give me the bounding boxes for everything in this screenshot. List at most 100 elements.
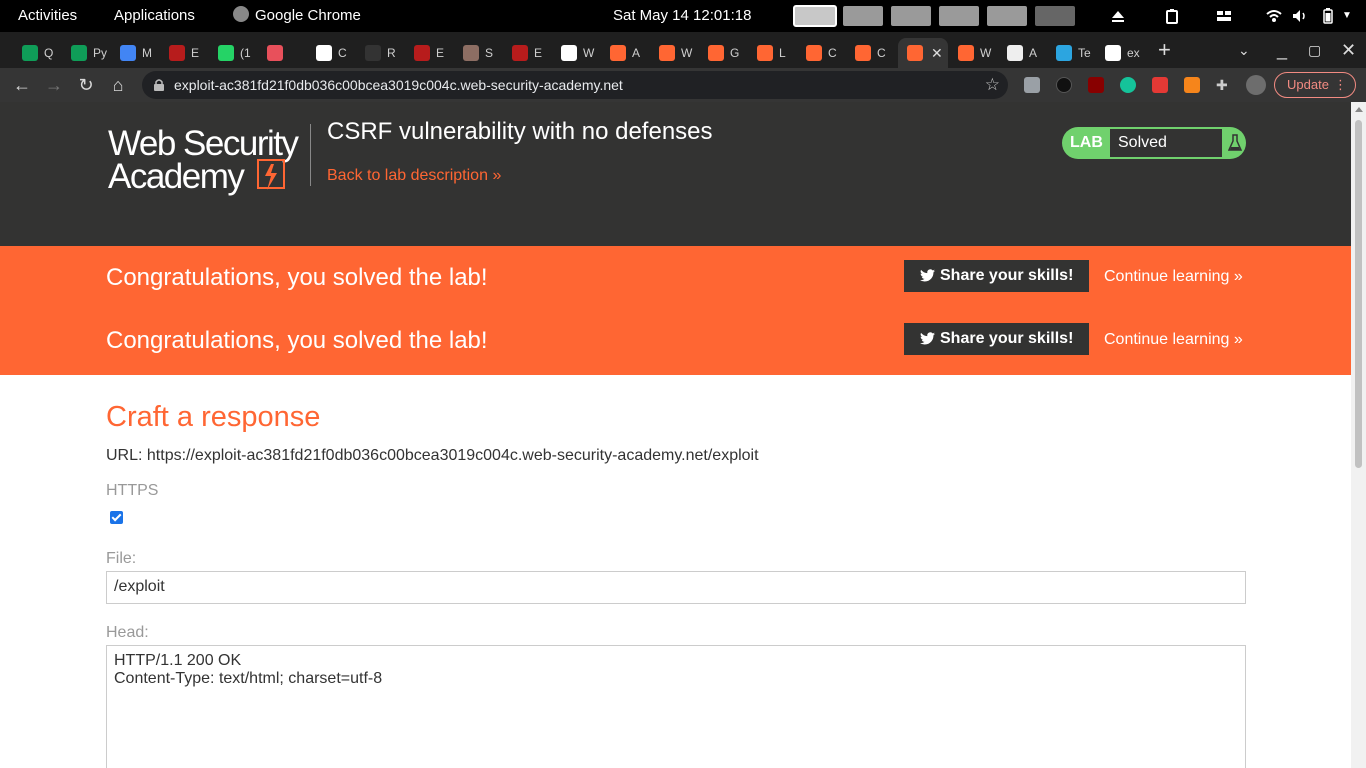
new-tab-button[interactable]: + [1158, 38, 1171, 62]
browser-tab[interactable]: Te [1047, 38, 1096, 68]
system-menu-icon[interactable]: ▼ [1342, 0, 1352, 32]
browser-tab[interactable]: W [949, 38, 998, 68]
ublock-extension-icon[interactable] [1088, 77, 1104, 93]
shield-extension-icon[interactable] [1024, 77, 1040, 93]
system-top-bar: Activities Applications Google Chrome Sa… [0, 0, 1366, 32]
browser-tab[interactable]: ✕ [898, 38, 948, 68]
browser-tab[interactable] [258, 38, 307, 68]
volume-icon[interactable] [1292, 8, 1308, 24]
double-chevron-icon: » [1233, 331, 1243, 348]
congratulations-message: Congratulations, you solved the lab! [106, 327, 488, 354]
double-chevron-icon: » [1233, 268, 1243, 285]
workspace-5[interactable] [987, 6, 1027, 26]
back-link-label: Back to lab description [327, 167, 488, 184]
browser-tab[interactable]: Py [62, 38, 111, 68]
browser-tab[interactable]: C [797, 38, 846, 68]
browser-tab[interactable]: A [998, 38, 1047, 68]
browser-tab[interactable]: M [111, 38, 160, 68]
tab-title: W [681, 46, 693, 60]
minimize-button[interactable]: _ [1277, 38, 1287, 62]
battery-icon[interactable] [1320, 8, 1336, 24]
browser-tab[interactable]: E [405, 38, 454, 68]
url-text: exploit-ac381fd21f0db036c00bcea3019c004c… [174, 77, 623, 93]
continue-learning-link[interactable]: Continue learning » [1104, 268, 1243, 286]
browser-tab[interactable]: A [601, 38, 650, 68]
workspace-3[interactable] [891, 6, 931, 26]
page-scrollbar[interactable] [1351, 102, 1366, 768]
lock-icon[interactable] [154, 79, 164, 91]
metamask-extension-icon[interactable] [1184, 77, 1200, 93]
activities-button[interactable]: Activities [18, 0, 77, 32]
solved-banner: Congratulations, you solved the lab! Sha… [0, 246, 1351, 375]
browser-tab[interactable]: C [846, 38, 895, 68]
applications-menu[interactable]: Applications [114, 0, 195, 32]
browser-toolbar: ← → ↻ ⌂ exploit-ac381fd21f0db036c00bcea3… [0, 68, 1366, 102]
workspace-2[interactable] [843, 6, 883, 26]
web-security-academy-logo[interactable]: Web Security Academy [108, 124, 308, 196]
share-skills-button[interactable]: Share your skills! [904, 260, 1089, 292]
app-name: Google Chrome [255, 7, 361, 24]
file-input[interactable]: /exploit [106, 571, 1246, 604]
tab-favicon-icon [1105, 45, 1121, 61]
browser-tab[interactable]: ex [1096, 38, 1145, 68]
close-window-button[interactable]: ✕ [1341, 38, 1356, 62]
tab-favicon-icon [218, 45, 234, 61]
workspace-4[interactable] [939, 6, 979, 26]
address-bar[interactable]: exploit-ac381fd21f0db036c00bcea3019c004c… [142, 71, 1008, 99]
browser-tab[interactable]: (1 [209, 38, 258, 68]
twitter-icon [920, 332, 935, 345]
back-to-lab-description-link[interactable]: Back to lab description » [327, 167, 501, 185]
tab-favicon-icon [659, 45, 675, 61]
tab-favicon-icon [855, 45, 871, 61]
tab-title: G [730, 46, 740, 60]
video-extension-icon[interactable] [1152, 77, 1168, 93]
browser-tab[interactable]: C [307, 38, 356, 68]
clipboard-icon[interactable] [1164, 8, 1180, 24]
profile-avatar[interactable] [1246, 75, 1266, 95]
browser-tab[interactable]: W [650, 38, 699, 68]
home-icon[interactable]: ⌂ [106, 73, 130, 97]
tab-favicon-icon [561, 45, 577, 61]
double-chevron-icon: » [492, 167, 502, 184]
browser-tab[interactable]: R [356, 38, 405, 68]
forward-icon[interactable]: → [42, 73, 66, 97]
clock[interactable]: Sat May 14 12:01:18 [613, 0, 751, 32]
bookmark-star-icon[interactable]: ☆ [985, 75, 1000, 95]
reload-icon[interactable]: ↻ [74, 73, 98, 97]
layout-icon[interactable] [1216, 8, 1232, 24]
scrollbar-thumb[interactable] [1355, 120, 1362, 468]
back-icon[interactable]: ← [10, 73, 34, 97]
browser-tab[interactable]: S [454, 38, 503, 68]
tab-close-icon[interactable]: ✕ [931, 45, 943, 62]
spy-extension-icon[interactable] [1056, 77, 1072, 93]
head-textarea[interactable]: HTTP/1.1 200 OK Content-Type: text/html;… [106, 645, 1246, 768]
flask-icon [1228, 134, 1242, 151]
wifi-icon[interactable] [1266, 8, 1282, 24]
scroll-up-arrow[interactable] [1355, 107, 1363, 112]
tab-favicon-icon [120, 45, 136, 61]
tab-search-button[interactable]: ⌄ [1238, 38, 1250, 62]
tab-title: R [387, 46, 396, 60]
browser-tab[interactable]: L [748, 38, 797, 68]
https-checkbox[interactable] [110, 511, 123, 524]
update-button[interactable]: Update ⋮ [1274, 72, 1356, 98]
extensions-puzzle-icon[interactable]: ✚ [1216, 77, 1232, 93]
maximize-button[interactable]: ▢ [1308, 38, 1321, 62]
app-menu[interactable]: Google Chrome [233, 0, 361, 32]
browser-tab[interactable]: W [552, 38, 601, 68]
browser-tab[interactable]: Q [13, 38, 62, 68]
workspace-1[interactable] [793, 5, 837, 27]
lab-status-text: Solved [1110, 129, 1222, 157]
browser-tab[interactable]: G [699, 38, 748, 68]
eject-icon[interactable] [1110, 8, 1126, 24]
browser-tab[interactable]: E [160, 38, 209, 68]
browser-tab[interactable]: E [503, 38, 552, 68]
share-skills-button[interactable]: Share your skills! [904, 323, 1089, 355]
continue-learning-link[interactable]: Continue learning » [1104, 331, 1243, 349]
more-menu-icon[interactable]: ⋮ [1334, 73, 1347, 97]
tab-title: Te [1078, 46, 1091, 60]
tab-favicon-icon [169, 45, 185, 61]
grammarly-extension-icon[interactable] [1120, 77, 1136, 93]
tab-favicon-icon [365, 45, 381, 61]
workspace-6[interactable] [1035, 6, 1075, 26]
